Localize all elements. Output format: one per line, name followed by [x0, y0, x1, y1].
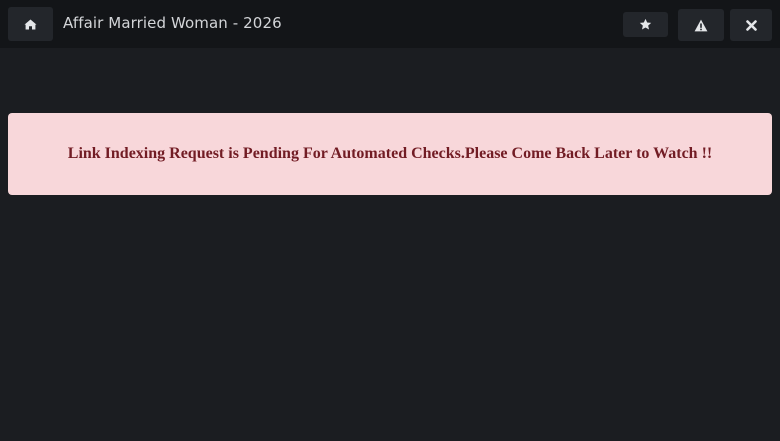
close-icon: [745, 19, 757, 31]
home-button[interactable]: [8, 7, 53, 41]
alert-message: Link Indexing Request is Pending For Aut…: [67, 145, 713, 162]
star-icon: [639, 18, 652, 31]
pending-alert: Link Indexing Request is Pending For Aut…: [8, 113, 772, 195]
page-title: Affair Married Woman - 2026: [63, 14, 282, 32]
top-bar: Affair Married Woman - 2026: [0, 0, 780, 48]
close-button[interactable]: [730, 9, 772, 41]
favorite-button[interactable]: [623, 12, 668, 37]
home-icon: [24, 19, 37, 30]
warning-icon: [694, 19, 708, 32]
report-button[interactable]: [678, 9, 724, 41]
